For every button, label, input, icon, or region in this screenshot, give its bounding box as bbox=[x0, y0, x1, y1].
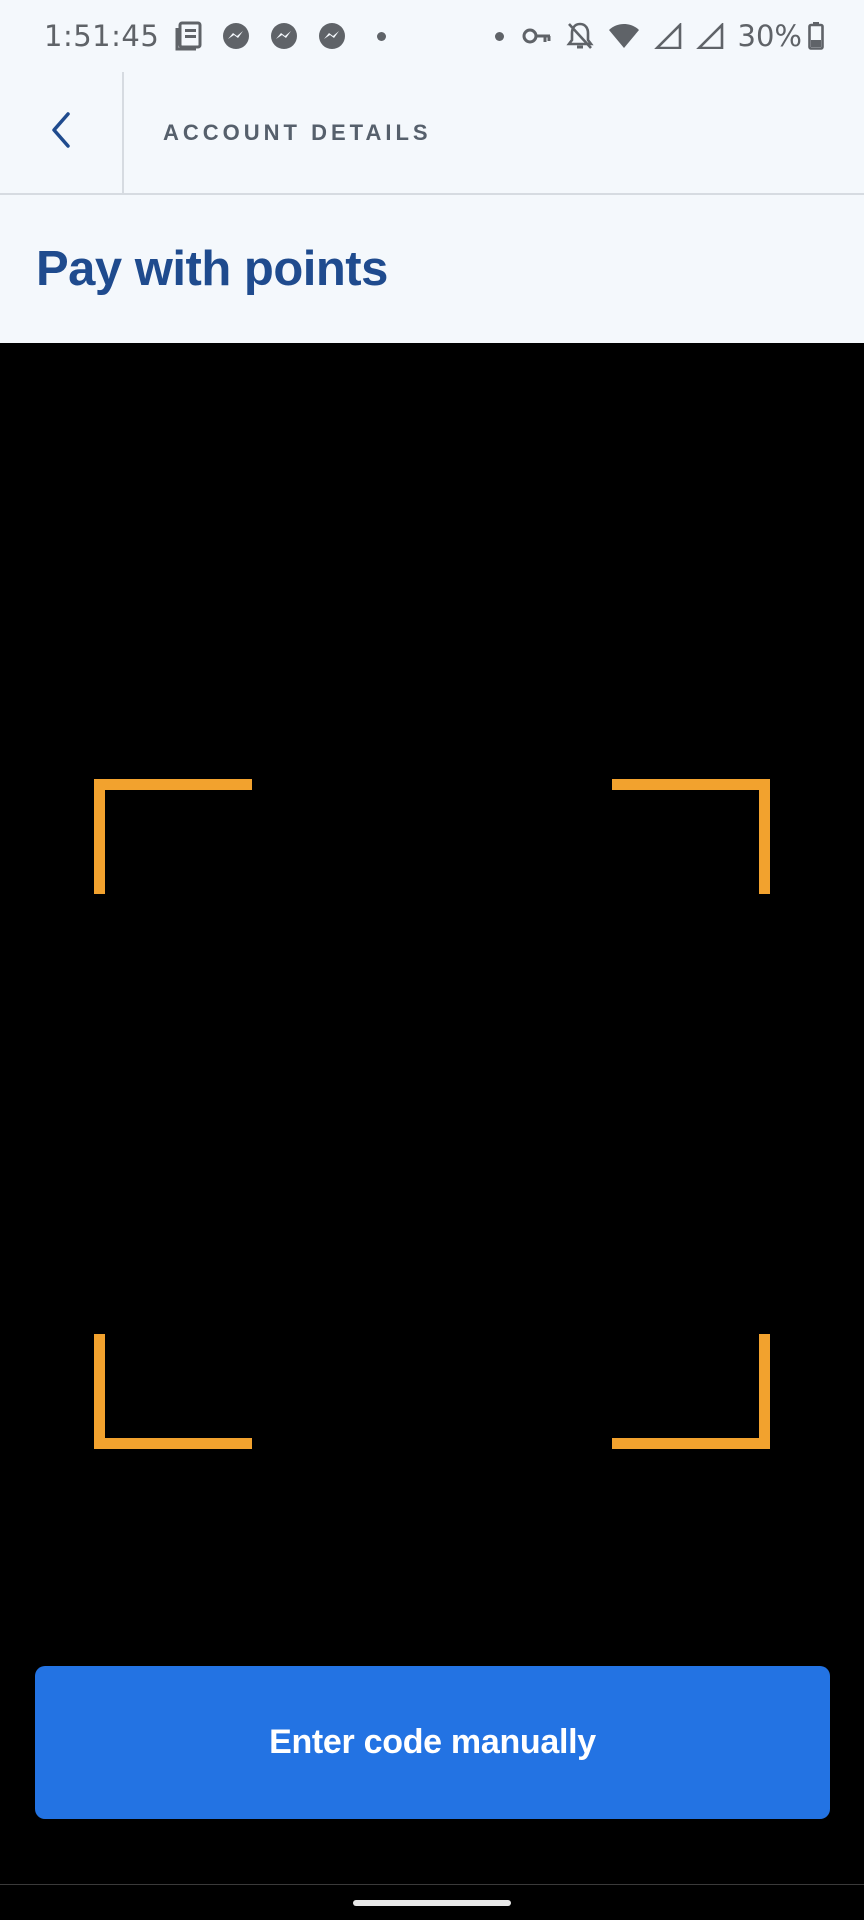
messenger-icon bbox=[221, 21, 251, 51]
page-title: Pay with points bbox=[36, 242, 388, 296]
status-left: 1:51:45 bbox=[44, 19, 404, 53]
notifications-off-icon bbox=[565, 21, 594, 51]
battery-icon bbox=[808, 22, 824, 50]
enter-code-manually-button[interactable]: Enter code manually bbox=[35, 1666, 830, 1819]
status-bar: 1:51:45 30% bbox=[0, 0, 864, 72]
vpn-key-icon bbox=[522, 25, 552, 47]
messenger-icon bbox=[317, 21, 347, 51]
news-icon bbox=[175, 21, 203, 51]
battery-percent: 30% bbox=[737, 19, 802, 53]
status-right: 30% bbox=[494, 19, 824, 53]
gesture-handle[interactable] bbox=[353, 1900, 511, 1906]
back-button[interactable] bbox=[0, 72, 124, 193]
scan-frame-corner-bottom-right bbox=[612, 1334, 770, 1449]
title-section: Pay with points bbox=[0, 195, 864, 343]
dot-icon bbox=[377, 31, 387, 41]
dot-icon bbox=[494, 31, 504, 41]
qr-scanner-viewfinder bbox=[0, 343, 864, 1885]
signal-icon bbox=[695, 23, 724, 49]
scan-frame-corner-top-left bbox=[94, 779, 252, 894]
status-time: 1:51:45 bbox=[44, 19, 160, 53]
header-title: ACCOUNT DETAILS bbox=[163, 119, 432, 145]
scan-frame-corner-bottom-left bbox=[94, 1334, 252, 1449]
chevron-left-icon bbox=[46, 110, 76, 155]
messenger-icon bbox=[269, 21, 299, 51]
app-header: ACCOUNT DETAILS bbox=[0, 72, 864, 195]
wifi-icon bbox=[608, 23, 640, 49]
nav-divider bbox=[0, 1884, 864, 1885]
signal-icon bbox=[653, 23, 682, 49]
scan-frame-corner-top-right bbox=[612, 779, 770, 894]
